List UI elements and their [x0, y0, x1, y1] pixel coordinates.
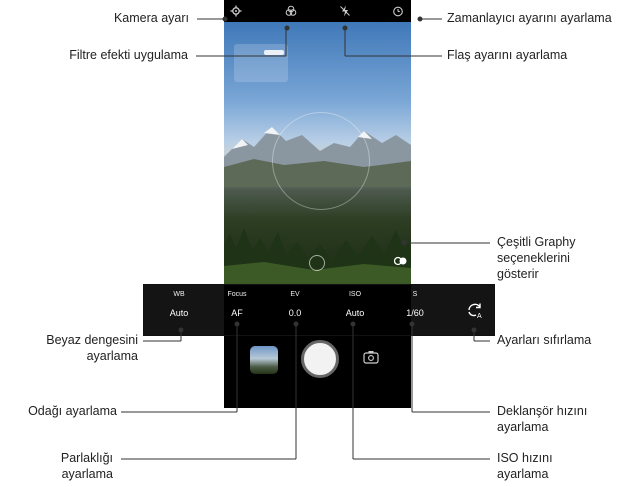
label-iso-2: ayarlama [497, 467, 549, 481]
label-iso-1: ISO hızını [497, 451, 553, 465]
label-brightness-1: Parlaklığı [60, 451, 113, 465]
label-camera-settings: Kamera ayarı [113, 11, 189, 25]
label-shutter-speed-2: ayarlama [497, 420, 549, 434]
label-graphy-3: gösterir [497, 267, 539, 281]
label-brightness-2: ayarlama [61, 467, 113, 481]
label-timer: Zamanlayıcı ayarını ayarlama [447, 11, 612, 25]
label-white-balance-2: ayarlama [86, 349, 138, 363]
label-focus: Odağı ayarlama [28, 404, 117, 418]
label-shutter-speed-1: Deklanşör hızını [497, 404, 588, 418]
label-reset: Ayarları sıfırlama [497, 333, 592, 347]
label-white-balance-1: Beyaz dengesini [46, 333, 138, 347]
label-flash: Flaş ayarını ayarlama [447, 48, 568, 62]
label-graphy-1: Çeşitli Graphy [497, 235, 576, 249]
label-graphy-2: seçeneklerini [497, 251, 570, 265]
label-filter-effect: Filtre efekti uygulama [69, 48, 188, 62]
